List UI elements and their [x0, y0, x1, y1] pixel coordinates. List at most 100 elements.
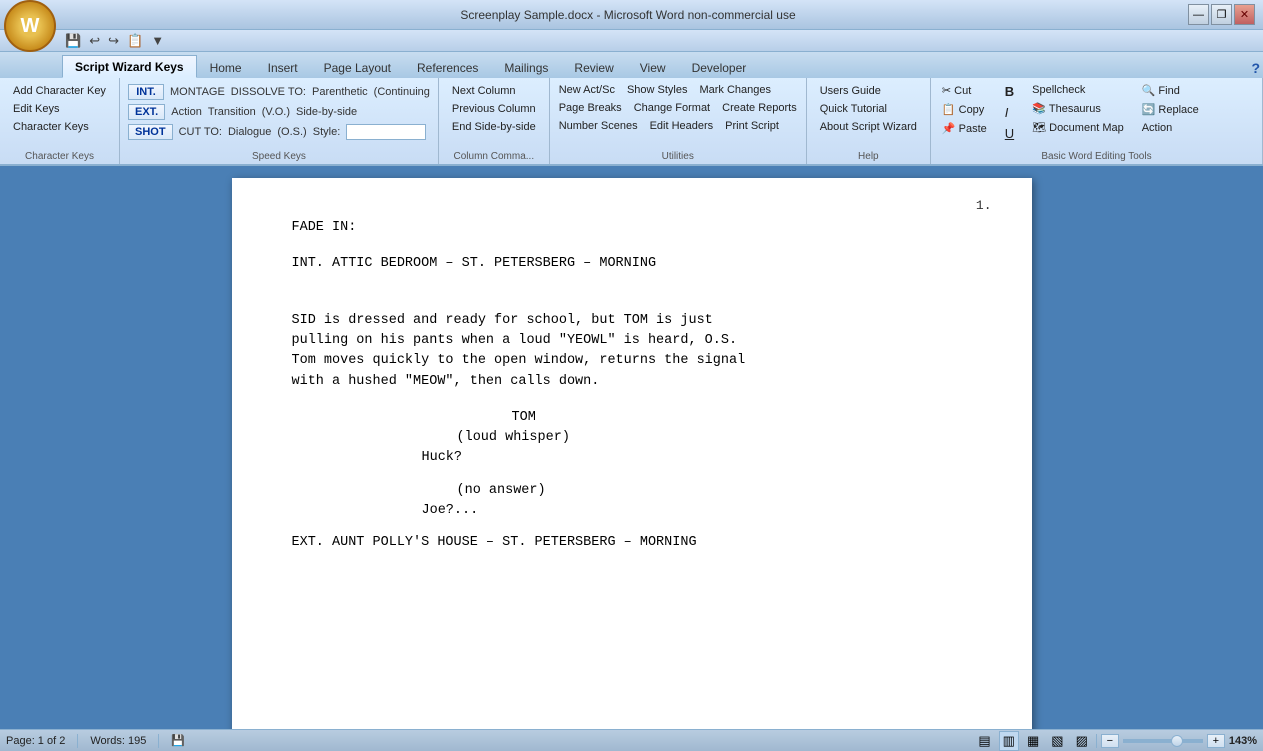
tab-view[interactable]: View [627, 56, 679, 78]
sk-os-label: (O.S.) [277, 126, 306, 138]
word-count: Words: 195 [90, 735, 146, 747]
thesaurus-icon: 📚 [1032, 102, 1046, 115]
bold-btn[interactable]: B [1000, 82, 1019, 101]
page-breaks-btn[interactable]: Page Breaks [554, 100, 627, 116]
sk-ext-btn[interactable]: EXT. [128, 104, 165, 120]
previous-column-btn[interactable]: Previous Column [445, 100, 543, 118]
tab-mailings[interactable]: Mailings [491, 56, 561, 78]
thesaurus-btn[interactable]: 📚 Thesaurus [1027, 100, 1129, 117]
quick-tutorial-btn[interactable]: Quick Tutorial [813, 100, 924, 118]
next-column-btn[interactable]: Next Column [445, 82, 543, 100]
show-styles-btn[interactable]: Show Styles [622, 82, 693, 98]
doc-map-btn[interactable]: 🗺 Document Map [1027, 119, 1129, 136]
tab-developer[interactable]: Developer [679, 56, 760, 78]
edit-keys-btn[interactable]: Edit Keys [6, 100, 113, 118]
character-name: TOM [512, 408, 972, 428]
sk-action-label: Action [171, 106, 202, 118]
zoom-in-btn[interactable]: + [1207, 734, 1225, 748]
spellcheck-btn[interactable]: Spellcheck [1027, 82, 1129, 98]
page-number: 1. [976, 198, 992, 213]
parenthetical-1: (loud whisper) [457, 428, 972, 448]
basic-word-tools-section: ✂ Cut 📋 Copy 📌 Paste [931, 78, 1263, 164]
ribbon-help-btn[interactable]: ? [1248, 58, 1263, 78]
character-keys-label: Character Keys [0, 151, 119, 162]
zoom-level: 143% [1229, 735, 1257, 747]
zoom-out-btn[interactable]: − [1101, 734, 1119, 748]
print-btn[interactable]: 📋 [124, 31, 146, 51]
tab-home[interactable]: Home [197, 56, 255, 78]
find-btn[interactable]: 🔍 Find [1137, 82, 1204, 99]
users-guide-btn[interactable]: Users Guide [813, 82, 924, 100]
undo-btn[interactable]: ↩ [86, 31, 103, 51]
paste-btn[interactable]: 📌 Paste [937, 120, 992, 137]
character-keys-btn[interactable]: Character Keys [6, 118, 113, 136]
mark-changes-btn[interactable]: Mark Changes [694, 82, 776, 98]
sk-style-input[interactable] [346, 124, 426, 140]
tab-page-layout[interactable]: Page Layout [311, 56, 404, 78]
sk-dialogue-label: Dialogue [228, 126, 271, 138]
sk-transition-label: Transition [208, 106, 256, 118]
speed-keys-label: Speed Keys [120, 151, 438, 162]
doc-map-icon: 🗺 [1032, 121, 1046, 134]
redo-btn[interactable]: ↪ [105, 31, 122, 51]
about-script-wizard-btn[interactable]: About Script Wizard [813, 118, 924, 136]
scene-heading-2: EXT. AUNT POLLY'S HOUSE – ST. PETERSBERG… [292, 535, 697, 550]
restore-btn[interactable]: ❐ [1211, 4, 1232, 25]
sk-int-btn[interactable]: INT. [128, 84, 164, 100]
normal-view-btn[interactable]: ▤ [974, 731, 994, 751]
outline-view-btn[interactable]: ▧ [1047, 731, 1067, 751]
ribbon-body: Add Character Key Edit Keys Character Ke… [0, 78, 1263, 166]
utilities-label: Utilities [550, 151, 806, 162]
speed-key-row-2: EXT. Action Transition (V.O.) Side-by-si… [128, 102, 430, 122]
change-format-btn[interactable]: Change Format [629, 100, 715, 116]
create-reports-btn[interactable]: Create Reports [717, 100, 802, 116]
column-commands-label: Column Comma... [439, 151, 549, 162]
speed-key-row-3: SHOT CUT TO: Dialogue (O.S.) Style: [128, 122, 430, 142]
sk-sidebyside-label: Side-by-side [296, 106, 357, 118]
cut-btn[interactable]: ✂ Cut [937, 82, 976, 99]
dialogue-1: Huck? [422, 448, 852, 468]
replace-btn[interactable]: 🔄 Replace [1137, 101, 1204, 118]
sk-shot-btn[interactable]: SHOT [128, 124, 173, 140]
save-indicator: 💾 [171, 734, 185, 747]
save-btn[interactable]: 💾 [62, 31, 84, 51]
app-title: Screenplay Sample.docx - Microsoft Word … [68, 8, 1188, 22]
utilities-row-3: Number Scenes Edit Headers Print Script [554, 118, 802, 134]
help-section: Users Guide Quick Tutorial About Script … [807, 78, 931, 164]
find-icon: 🔍 [1142, 84, 1156, 97]
scene-heading-1: INT. ATTIC BEDROOM – ST. PETERSBERG – MO… [292, 256, 657, 271]
minimize-btn[interactable]: — [1188, 4, 1209, 25]
dialogue-2: Joe?... [422, 501, 852, 521]
sk-style-label: Style: [313, 126, 341, 138]
end-side-by-side-btn[interactable]: End Side-by-side [445, 118, 543, 136]
close-btn[interactable]: ✕ [1234, 4, 1255, 25]
underline-btn[interactable]: U [1000, 124, 1019, 143]
status-divider-1 [77, 734, 78, 748]
utilities-row-1: New Act/Sc Show Styles Mark Changes [554, 82, 802, 98]
zoom-slider[interactable] [1123, 739, 1203, 743]
tab-references[interactable]: References [404, 56, 491, 78]
format-col: B I U [1000, 82, 1019, 146]
draft-view-btn[interactable]: ▨ [1072, 731, 1092, 751]
utilities-section: New Act/Sc Show Styles Mark Changes Page… [550, 78, 807, 164]
help-label: Help [807, 151, 930, 162]
tab-script-wizard-keys[interactable]: Script Wizard Keys [62, 55, 197, 78]
new-act-btn[interactable]: New Act/Sc [554, 82, 620, 98]
print-script-btn[interactable]: Print Script [720, 118, 784, 134]
add-character-key-btn[interactable]: Add Character Key [6, 82, 113, 100]
number-scenes-btn[interactable]: Number Scenes [554, 118, 643, 134]
action-btn[interactable]: Action [1137, 120, 1204, 136]
web-view-btn[interactable]: ▦ [1023, 731, 1043, 751]
italic-btn[interactable]: I [1000, 103, 1019, 122]
column-commands-section: Next Column Previous Column End Side-by-… [439, 78, 550, 164]
tab-insert[interactable]: Insert [255, 56, 311, 78]
edit-headers-btn[interactable]: Edit Headers [645, 118, 719, 134]
scissors-icon: ✂ [942, 84, 951, 97]
office-button[interactable]: W [4, 0, 56, 52]
qa-dropdown-btn[interactable]: ▼ [148, 31, 167, 50]
copy-btn[interactable]: 📋 Copy [937, 101, 989, 118]
print-view-btn[interactable]: ▥ [999, 731, 1019, 751]
copy-icon: 📋 [942, 103, 956, 116]
tab-review[interactable]: Review [561, 56, 626, 78]
sk-dissolve-label: DISSOLVE TO: [231, 86, 306, 98]
